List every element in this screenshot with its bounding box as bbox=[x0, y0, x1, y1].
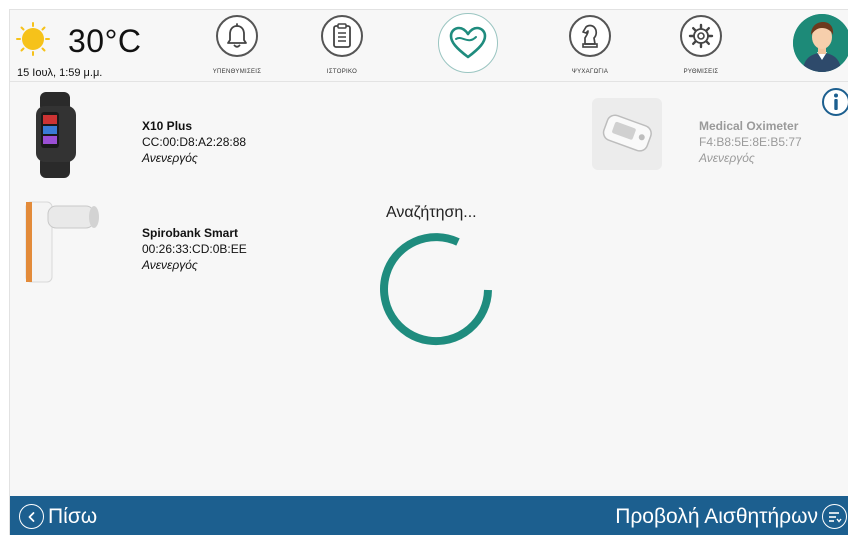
date-time: 15 Ιουλ, 1:59 μ.μ. bbox=[17, 67, 103, 79]
spirometer-icon bbox=[25, 201, 99, 283]
chess-knight-icon bbox=[569, 15, 611, 57]
device-name: Spirobank Smart bbox=[142, 226, 239, 240]
chevron-left-icon bbox=[19, 504, 44, 529]
nav-entertainment[interactable]: ΨΥΧΑΓΩΓΙΑ bbox=[550, 13, 630, 79]
temperature: 30°C bbox=[68, 23, 142, 59]
device-mac: CC:00:D8:A2:28:88 bbox=[142, 135, 247, 149]
device-card-x10-plus[interactable]: X10 Plus CC:00:D8:A2:28:88 Ανενεργός bbox=[26, 92, 256, 182]
heart-icon bbox=[438, 13, 498, 73]
device-mac: F4:B8:5E:8E:B5:77 bbox=[699, 135, 802, 149]
back-label: Πίσω bbox=[48, 504, 98, 528]
nav-settings[interactable]: ΡΥΘΜΙΣΕΙΣ bbox=[661, 13, 741, 79]
device-status: Ανενεργός bbox=[142, 151, 198, 165]
view-sensors-label: Προβολή Αισθητήρων bbox=[615, 504, 818, 528]
nav-label-reminders: ΥΠΕΝΘΥΜΙΣΕΙΣ bbox=[212, 69, 262, 75]
nav-health[interactable] bbox=[428, 13, 508, 79]
oximeter-icon bbox=[592, 98, 662, 170]
device-card-spirobank-smart[interactable]: Spirobank Smart 00:26:33:CD:0B:EE Ανενερ… bbox=[24, 198, 254, 288]
bottom-bar: Πίσω Προβολή Αισθητήρων bbox=[10, 496, 848, 535]
weather-widget: 30°C 15 Ιουλ, 1:59 μ.μ. bbox=[12, 14, 162, 79]
nav-label-settings: ΡΥΘΜΙΣΕΙΣ bbox=[683, 69, 719, 75]
gear-icon bbox=[680, 15, 722, 57]
device-status: Ανενεργός bbox=[142, 258, 198, 272]
smartwatch-icon bbox=[36, 92, 76, 178]
bell-icon bbox=[216, 15, 258, 57]
nav-label-history: ΙΣΤΟΡΙΚΟ bbox=[326, 69, 358, 75]
user-avatar-icon[interactable] bbox=[793, 14, 848, 72]
back-button[interactable]: Πίσω bbox=[19, 503, 97, 530]
sun-icon bbox=[16, 22, 50, 56]
device-name: X10 Plus bbox=[142, 119, 193, 133]
searching-label: Αναζήτηση... bbox=[386, 204, 477, 221]
device-status: Ανενεργός bbox=[699, 151, 755, 165]
device-mac: 00:26:33:CD:0B:EE bbox=[142, 242, 247, 256]
loading-spinner bbox=[380, 233, 492, 346]
nav-reminders[interactable]: ΥΠΕΝΘΥΜΙΣΕΙΣ bbox=[197, 13, 277, 79]
device-card-medical-oximeter[interactable]: Medical Oximeter F4:B8:5E:8E:B5:77 Ανενε… bbox=[592, 98, 822, 180]
list-icon bbox=[822, 504, 847, 529]
top-bar: 30°C 15 Ιουλ, 1:59 μ.μ. ΥΠΕΝΘΥΜΙΣΕΙΣ ΙΣΤ… bbox=[10, 10, 848, 82]
nav-history[interactable]: ΙΣΤΟΡΙΚΟ bbox=[302, 13, 382, 79]
app-window: 30°C 15 Ιουλ, 1:59 μ.μ. ΥΠΕΝΘΥΜΙΣΕΙΣ ΙΣΤ… bbox=[9, 9, 848, 535]
view-sensors-button[interactable]: Προβολή Αισθητήρων bbox=[615, 503, 847, 530]
info-icon[interactable] bbox=[821, 87, 848, 117]
nav-label-entertainment: ΨΥΧΑΓΩΓΙΑ bbox=[571, 69, 609, 75]
device-name: Medical Oximeter bbox=[699, 119, 799, 133]
clipboard-icon bbox=[321, 15, 363, 57]
